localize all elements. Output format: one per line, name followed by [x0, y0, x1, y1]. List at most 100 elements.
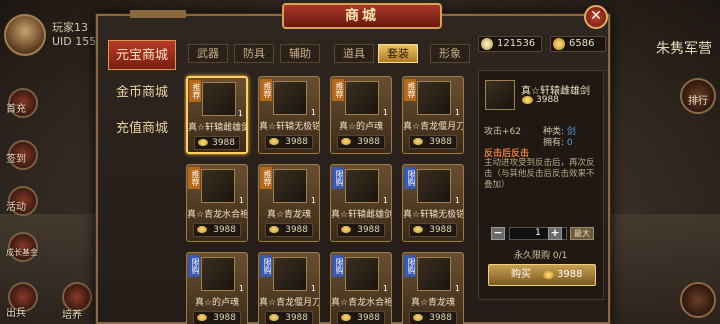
item-tag: 限购: [188, 255, 200, 277]
item-name: 真☆轩辕无极铠: [259, 122, 319, 132]
item-card[interactable]: 推荐 1 真☆青龙偃月刀 3988: [402, 76, 464, 154]
item-tag: 推荐: [332, 79, 344, 101]
item-icon: [345, 81, 379, 115]
detail-item-icon: [485, 80, 515, 110]
item-icon: [345, 169, 379, 203]
item-price: 3988: [409, 135, 457, 149]
item-tag: 推荐: [404, 79, 416, 101]
item-price: 3988: [194, 136, 240, 150]
tab-sets[interactable]: 套装: [378, 44, 418, 63]
gold-ingot-icon: [413, 138, 423, 145]
tab-items[interactable]: 道具: [334, 44, 374, 63]
item-price: 3988: [265, 311, 313, 324]
item-icon: [273, 81, 307, 115]
menu-button[interactable]: [680, 282, 716, 318]
item-quantity: 1: [382, 196, 388, 205]
item-name: 真☆轩辕雌雄剑: [188, 123, 246, 133]
item-tag: 推荐: [260, 79, 272, 101]
close-button[interactable]: ✕: [584, 5, 608, 29]
gold-ingot-icon: [341, 314, 351, 321]
item-price: 3988: [337, 135, 385, 149]
item-icon: [417, 169, 451, 203]
item-card[interactable]: 限购 1 真☆轩辕雌雄剑 3988: [330, 164, 392, 242]
gold-ingot-icon: [543, 271, 554, 279]
camp-title: 朱隽军营: [656, 41, 712, 57]
item-name: 真☆轩辕雌雄剑: [331, 210, 391, 220]
gold-ingot-icon: [197, 314, 207, 321]
quantity-increase-button[interactable]: +: [548, 227, 562, 240]
item-tag: 推荐: [189, 80, 201, 102]
item-card[interactable]: 推荐 1 真☆轩辕雌雄剑 3988: [186, 76, 248, 154]
item-card[interactable]: 限购 1 真☆青龙水合袍 3988: [330, 252, 392, 324]
silver-balance: 121536: [478, 36, 542, 52]
item-card[interactable]: 限购 1 真☆轩辕无极铠 3988: [402, 164, 464, 242]
buy-label: 购买: [511, 269, 531, 280]
item-icon: [417, 81, 451, 115]
item-price: 3988: [193, 223, 241, 237]
gold-ingot-icon: [269, 314, 279, 321]
detail-item-price: 3988: [522, 95, 559, 105]
banner-wing-left: [130, 10, 186, 18]
item-icon: [201, 257, 235, 291]
item-card[interactable]: 推荐 1 真☆轩辕无极铠 3988: [258, 76, 320, 154]
player-info[interactable]: 玩家13 UID 155: [4, 14, 96, 56]
item-card[interactable]: 限购 1 真☆青龙魂 3988: [402, 252, 464, 324]
item-card[interactable]: 推荐 1 真☆的卢魂 3988: [330, 76, 392, 154]
tab-appearance[interactable]: 形象: [430, 44, 470, 63]
item-quantity: 1: [237, 109, 243, 118]
item-tag: 限购: [260, 255, 272, 277]
player-uid: UID 155: [52, 35, 97, 48]
activity-label: 活动: [6, 202, 26, 213]
item-quantity: 1: [454, 108, 460, 117]
buy-button[interactable]: 购买 3988: [488, 264, 596, 286]
item-icon: [202, 82, 236, 116]
item-quantity: 1: [382, 108, 388, 117]
detail-attack: 攻击+62: [484, 127, 521, 137]
player-name: 玩家13: [52, 21, 88, 34]
max-quantity-button[interactable]: 最大: [570, 227, 594, 240]
item-tag: 限购: [332, 255, 344, 277]
item-name: 真☆青龙偃月刀: [403, 122, 463, 132]
item-quantity: 1: [454, 196, 460, 205]
item-icon: [345, 257, 379, 291]
growth-fund-label: 成长基金: [6, 248, 38, 257]
item-name: 真☆青龙水合袍: [187, 210, 247, 220]
item-tag: 推荐: [260, 167, 272, 189]
item-tag: 推荐: [188, 167, 200, 189]
gold-ingot-icon: [413, 226, 423, 233]
item-icon: [273, 169, 307, 203]
item-quantity: 1: [238, 196, 244, 205]
item-card[interactable]: 推荐 1 真☆青龙魂 3988: [258, 164, 320, 242]
first-recharge-label: 首充: [6, 104, 26, 115]
item-price: 3988: [409, 223, 457, 237]
player-avatar[interactable]: [4, 14, 46, 56]
category-yuanbao-shop[interactable]: 元宝商城: [108, 40, 176, 70]
gold-ingot-icon: [413, 314, 423, 321]
purchase-limit: 永久限购 0/1: [514, 251, 568, 261]
tab-auxiliary[interactable]: 辅助: [280, 44, 320, 63]
item-name: 真☆的卢魂: [338, 122, 384, 132]
item-price: 3988: [409, 311, 457, 324]
gold-ingot-icon: [269, 138, 279, 145]
quantity-decrease-button[interactable]: −: [491, 227, 505, 240]
item-quantity: 1: [238, 284, 244, 293]
item-name: 真☆轩辕无极铠: [403, 210, 463, 220]
item-icon: [201, 169, 235, 203]
item-quantity: 1: [382, 284, 388, 293]
item-card[interactable]: 推荐 1 真☆青龙水合袍 3988: [186, 164, 248, 242]
item-icon: [417, 257, 451, 291]
shop-title: 商城: [282, 3, 442, 29]
gold-ingot-icon: [198, 139, 208, 146]
gold-ingot-icon: [269, 226, 279, 233]
item-name: 真☆青龙魂: [410, 298, 456, 308]
item-card[interactable]: 限购 1 真☆的卢魂 3988: [186, 252, 248, 324]
sign-in-label: 签到: [6, 154, 26, 165]
category-gold-shop[interactable]: 金币商城: [108, 78, 176, 108]
ranking-label: 排行: [688, 96, 708, 107]
tab-weapons[interactable]: 武器: [188, 44, 228, 63]
tab-armor[interactable]: 防具: [234, 44, 274, 63]
gold-balance: 6586: [550, 36, 606, 52]
item-name: 真☆的卢魂: [194, 298, 240, 308]
item-card[interactable]: 限购 1 真☆青龙偃月刀 3988: [258, 252, 320, 324]
category-recharge-shop[interactable]: 充值商城: [108, 114, 176, 144]
